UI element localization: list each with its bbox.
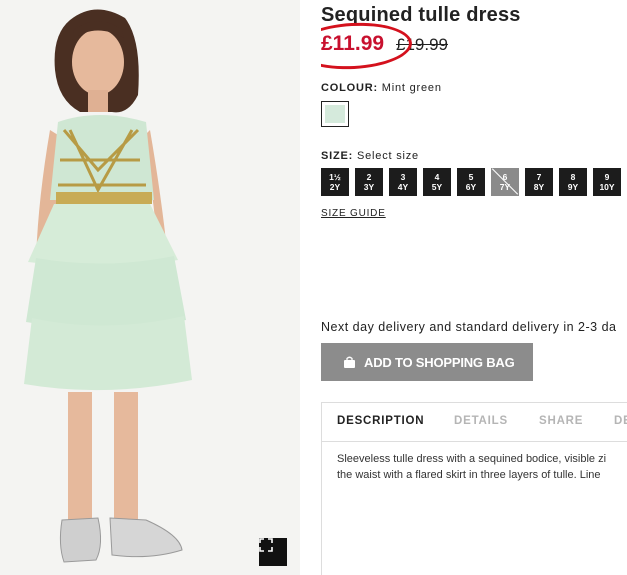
size-option-2y[interactable]: 1½ 2Y (321, 168, 349, 196)
description-text: Sleeveless tulle dress with a sequined b… (337, 451, 627, 483)
size-line2: 2Y (329, 182, 341, 192)
size-line2: 3Y (363, 182, 375, 192)
size-line2: 9Y (567, 182, 579, 192)
add-to-bag-button[interactable]: ADD TO SHOPPING BAG (321, 343, 533, 381)
tab-description[interactable]: DESCRIPTION (337, 415, 424, 427)
expand-icon (259, 538, 273, 552)
size-line2: 7Y (499, 182, 511, 192)
product-image[interactable] (0, 0, 300, 575)
product-photo (24, 9, 192, 563)
size-label-key: SIZE: (321, 150, 354, 162)
size-options: 1½ 2Y 2 3Y 3 4Y 4 5Y 5 6Y 6 7Y 7 8Y 8 9Y 9 10Y (321, 168, 627, 196)
tab-details[interactable]: DETAILS (454, 415, 508, 427)
swatch-fill (325, 105, 345, 123)
size-line2: 6Y (465, 182, 477, 192)
size-line1: 3 (400, 172, 406, 182)
size-line1: 2 (366, 172, 372, 182)
size-option-5y[interactable]: 4 5Y (423, 168, 451, 196)
size-line1: 5 (468, 172, 474, 182)
size-line1: 7 (536, 172, 542, 182)
size-option-10y[interactable]: 9 10Y (593, 168, 621, 196)
size-option-8y[interactable]: 7 8Y (525, 168, 553, 196)
tab-delivery[interactable]: DE (614, 415, 627, 427)
colour-label-key: COLOUR: (321, 82, 378, 94)
size-guide-link[interactable]: SIZE GUIDE (321, 208, 386, 219)
size-line1: 6 (502, 172, 508, 182)
size-label: SIZE: Select size (321, 150, 419, 162)
size-option-4y[interactable]: 3 4Y (389, 168, 417, 196)
size-hint: Select size (356, 150, 419, 162)
size-line1: 1½ (329, 172, 341, 182)
product-details-tabs: DESCRIPTION DETAILS SHARE DE Sleeveless … (321, 402, 627, 575)
colour-label: COLOUR: Mint green (321, 82, 442, 94)
description-line-1: Sleeveless tulle dress with a sequined b… (337, 453, 607, 465)
tab-bar: DESCRIPTION DETAILS SHARE DE (322, 403, 627, 442)
size-option-3y[interactable]: 2 3Y (355, 168, 383, 196)
tab-share[interactable]: SHARE (539, 415, 583, 427)
shopping-bag-icon (343, 356, 356, 368)
size-line2: 10Y (599, 182, 615, 192)
size-line2: 5Y (431, 182, 443, 192)
size-option-7y-unavailable: 6 7Y (491, 168, 519, 196)
add-to-bag-label: ADD TO SHOPPING BAG (364, 354, 515, 370)
size-option-9y[interactable]: 8 9Y (559, 168, 587, 196)
size-option-6y[interactable]: 5 6Y (457, 168, 485, 196)
description-line-2: the waist with a flared skirt in three l… (337, 469, 601, 481)
colour-value: Mint green (381, 82, 442, 94)
colour-swatch-mint-green[interactable] (321, 101, 349, 127)
product-info-panel: Sequined tulle dress £11.99 £19.99 COLOU… (321, 0, 627, 575)
size-line2: 8Y (533, 182, 545, 192)
delivery-info: Next day delivery and standard delivery … (321, 320, 617, 334)
price-highlight-circle (321, 19, 414, 73)
size-line1: 9 (604, 172, 610, 182)
size-line1: 4 (434, 172, 440, 182)
size-line2: 4Y (397, 182, 409, 192)
size-line1: 8 (570, 172, 576, 182)
fullscreen-button[interactable] (259, 538, 287, 566)
